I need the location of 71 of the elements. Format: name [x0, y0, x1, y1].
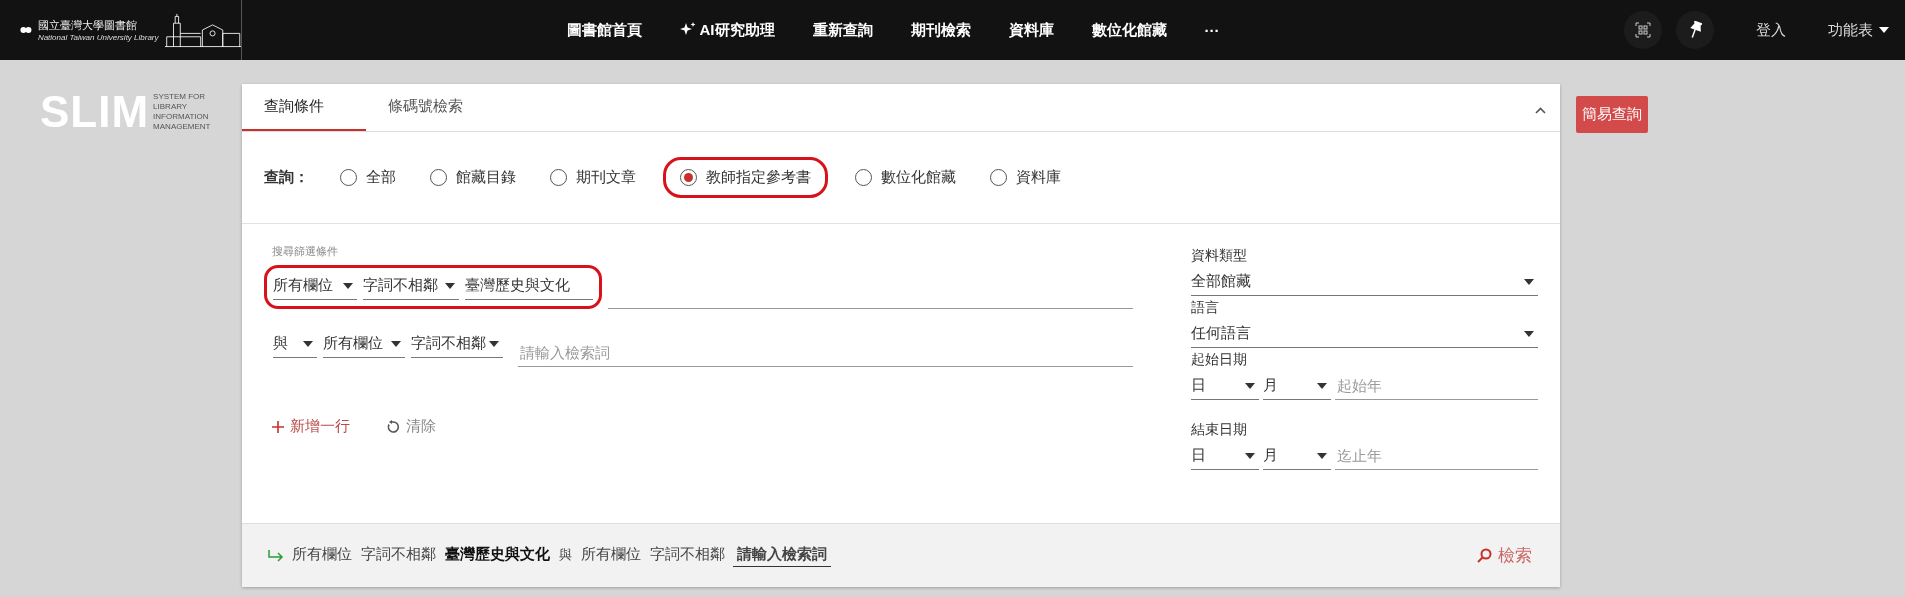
emblem-icon: [20, 24, 32, 36]
simple-search-button[interactable]: 簡易查詢: [1576, 96, 1648, 133]
language-select[interactable]: 任何語言: [1191, 320, 1538, 348]
caret-icon: [1879, 27, 1889, 33]
scope-radio[interactable]: 期刊文章: [543, 157, 643, 198]
scope-radio[interactable]: 館藏目錄: [423, 157, 523, 198]
nav-link[interactable]: 期刊檢索: [910, 20, 971, 40]
search-icon: [1477, 548, 1492, 563]
caret-icon: [1317, 382, 1327, 389]
brand-subtitle: SYSTEM FOR: [153, 92, 207, 102]
arrow-icon: [268, 549, 284, 562]
caret-icon: [391, 340, 401, 347]
field-label: 資料類型: [1191, 246, 1248, 265]
caret-icon: [445, 282, 455, 289]
summary-term: 字詞不相鄰: [649, 545, 726, 564]
scope-label: 查詢：: [264, 168, 309, 187]
brand-subtitle: INFORMATION: [153, 112, 210, 122]
summary-term: 與: [558, 545, 573, 564]
month-select[interactable]: 月: [1263, 442, 1331, 470]
field-label: 結束日期: [1191, 420, 1248, 439]
collapse-icon[interactable]: [1535, 107, 1546, 114]
field-label: 語言: [1191, 298, 1220, 317]
summary-term: 字詞不相鄰: [360, 545, 437, 564]
caret-icon: [1245, 452, 1255, 459]
scope-radio[interactable]: 數位化館藏: [848, 157, 963, 198]
filter-label: 搜尋篩選條件: [272, 244, 339, 259]
scope-radio[interactable]: 資料庫: [983, 157, 1068, 198]
nav-link[interactable]: 重新查詢: [812, 20, 873, 40]
clear-button[interactable]: 清除: [386, 417, 436, 436]
scope-radio[interactable]: 全部: [333, 157, 403, 198]
caret-icon: [1245, 382, 1255, 389]
summary-term: 所有欄位: [291, 545, 353, 564]
pin-icon[interactable]: [1676, 11, 1714, 49]
caret-icon: [1524, 278, 1534, 285]
month-select[interactable]: 月: [1263, 372, 1331, 400]
tab[interactable]: 條碼號檢索: [366, 84, 485, 131]
reset-icon: [386, 419, 400, 434]
scope-radio[interactable]: 教師指定參考書: [663, 157, 828, 198]
operator-select[interactable]: 與: [273, 330, 317, 358]
summary-term: 請輸入檢索詞: [733, 544, 831, 567]
qr-code-icon[interactable]: [1624, 11, 1662, 49]
caret-icon: [1317, 452, 1327, 459]
caret-icon: [303, 340, 313, 347]
summary-term: 臺灣歷史與文化: [444, 545, 551, 564]
day-select[interactable]: 日: [1191, 372, 1259, 400]
field-label: 起始日期: [1191, 350, 1248, 369]
tab[interactable]: 查詢條件: [242, 84, 366, 131]
brand-subtitle: LIBRARY: [153, 102, 189, 112]
menu-dropdown[interactable]: 功能表: [1828, 20, 1889, 40]
field-select[interactable]: 所有欄位: [273, 272, 357, 300]
nav-link[interactable]: ···: [1204, 20, 1220, 40]
caret-icon: [489, 340, 499, 347]
nav-link[interactable]: 數位化館藏: [1091, 20, 1167, 40]
type-select[interactable]: 全部館藏: [1191, 268, 1538, 296]
match-select[interactable]: 字詞不相鄰: [411, 330, 503, 358]
nav-link[interactable]: 資料庫: [1008, 20, 1054, 40]
library-name: 國立臺灣大學圖書館: [37, 18, 138, 33]
field-select[interactable]: 所有欄位: [323, 330, 405, 358]
login-link[interactable]: 登入: [1756, 20, 1786, 40]
nav-link[interactable]: AI研究助理: [679, 20, 775, 40]
plus-icon: [272, 420, 284, 433]
brand-subtitle: MANAGEMENT: [153, 122, 211, 132]
term-field[interactable]: 臺灣歷史與文化: [465, 272, 593, 300]
library-english-name: National Taiwan University Library: [37, 33, 159, 42]
add-row-button[interactable]: 新增一行: [272, 417, 350, 436]
summary-term: 所有欄位: [580, 545, 642, 564]
match-select[interactable]: 字詞不相鄰: [363, 272, 459, 300]
nav-link[interactable]: 圖書館首頁: [566, 20, 642, 40]
caret-icon: [1524, 330, 1534, 337]
day-select[interactable]: 日: [1191, 442, 1259, 470]
caret-icon: [343, 282, 353, 289]
